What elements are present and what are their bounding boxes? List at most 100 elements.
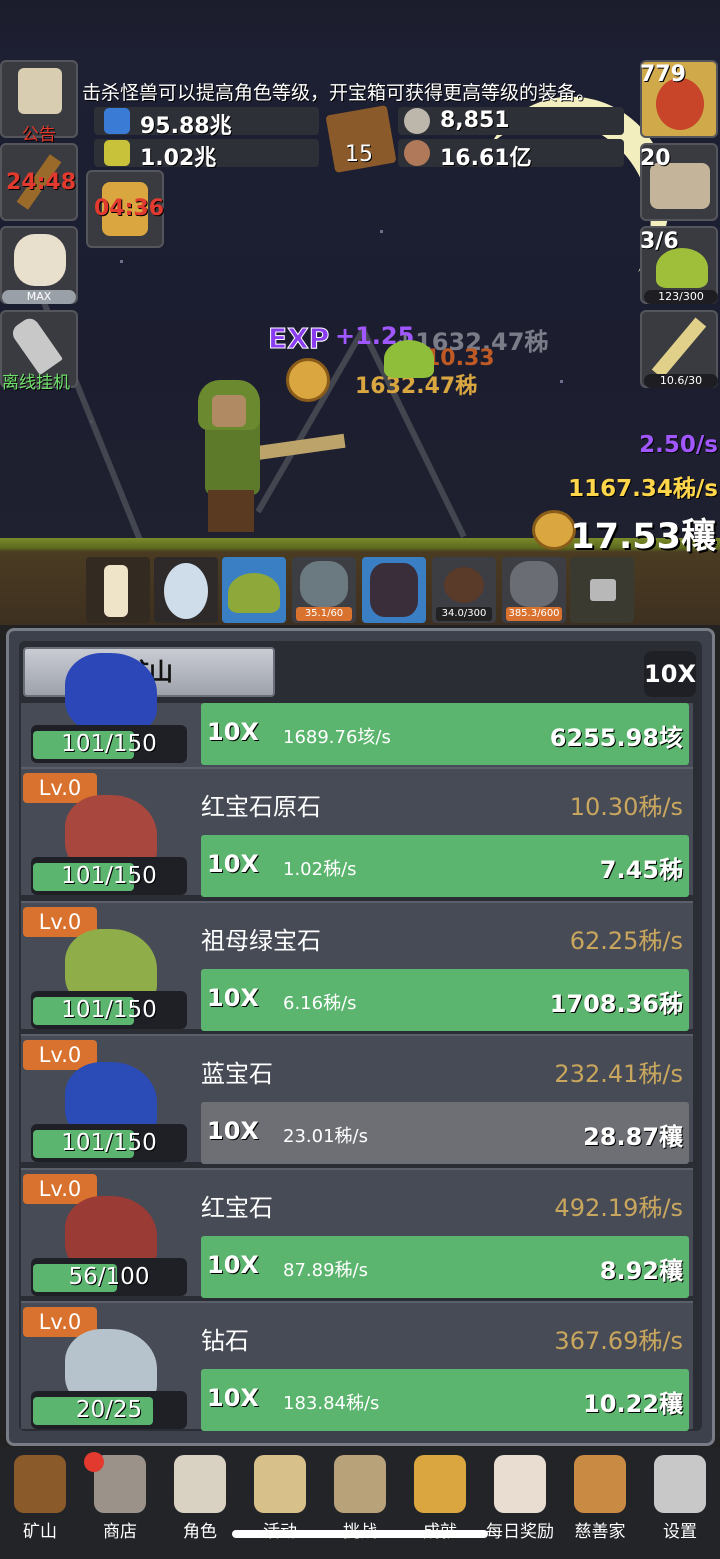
map-icon (334, 1455, 386, 1513)
sword-icon (651, 317, 707, 379)
nav-item-8[interactable]: 设置 (640, 1447, 720, 1559)
torch-timer: 24:48 (6, 170, 77, 195)
nav-item-2[interactable]: 角色 (160, 1447, 240, 1559)
gem-name: 钻石 (201, 1327, 249, 1355)
slot-golem[interactable]: 385.3/600 (502, 557, 566, 623)
slime-icon (656, 248, 708, 288)
upgrade-gain: 1689.76垓/s (283, 727, 391, 748)
nav-item-5[interactable]: 成就 (400, 1447, 480, 1559)
bread-icon (574, 1455, 626, 1513)
upgrade-cost: 1708.36秭 (549, 989, 683, 1018)
chest-count: 20 (640, 146, 671, 171)
nav-label: 设置 (663, 1522, 697, 1542)
offline-label: 离线挂机 (2, 373, 70, 393)
upgrade-cost: 28.87穰 (583, 1123, 683, 1151)
ghost-progress: 35.1/60 (296, 607, 352, 621)
multiplier-button[interactable]: 10X (644, 651, 696, 697)
mine-row: Lv.0 红宝石 492.19秭/s 56/100 10X 87.89秭/s 8.92穰 (21, 1167, 693, 1298)
nav-item-3[interactable]: 活动 (240, 1447, 320, 1559)
candle-icon (104, 565, 128, 617)
meat-icon (404, 140, 430, 166)
slot-slime[interactable] (222, 557, 286, 623)
upgrade-multiplier: 10X (207, 983, 259, 1012)
chest-timer: 04:36 (94, 196, 165, 221)
nav-item-0[interactable]: 矿山 (0, 1447, 80, 1559)
gem-progress-text: 56/100 (68, 1263, 150, 1290)
upgrade-gain: 1.02秭/s (283, 859, 357, 880)
mine-row: Lv.0 蓝宝石 232.41秭/s 101/150 10X 23.01秭/s 28.87穰 (21, 1034, 693, 1164)
gem-progress: 101/150 (31, 1124, 187, 1162)
gem-name: 红宝石原石 (201, 793, 321, 821)
book-count: 15 (345, 142, 373, 167)
slot-bat[interactable] (362, 557, 426, 623)
nav-label: 矿山 (23, 1522, 57, 1542)
gem-rate: 232.41秭/s (554, 1060, 683, 1088)
upgrade-gain: 23.01秭/s (283, 1126, 368, 1147)
exp-rate: 2.50/s (639, 432, 718, 458)
upgrade-multiplier: 10X (207, 718, 259, 746)
slot-spider[interactable]: 34.0/300 (432, 557, 496, 623)
gem-name: 蓝宝石 (201, 1060, 273, 1088)
upgrade-button[interactable]: 10X 183.84秭/s 10.22穰 (201, 1369, 689, 1431)
bonus-max-bar: MAX (2, 290, 76, 304)
mine-panel: 矿山 10X 101/15010X1689.76垓/s6255.98垓Lv.0红… (6, 628, 715, 1446)
nav-item-7[interactable]: 慈善家 (560, 1447, 640, 1559)
upgrade-button[interactable]: 10X 1689.76垓/s 6255.98垓 (201, 703, 689, 765)
nav-item-4[interactable]: 挑战 (320, 1447, 400, 1559)
spider-icon (444, 567, 484, 603)
bat-icon (370, 563, 418, 617)
letter-icon (494, 1455, 546, 1513)
upgrade-multiplier: 10X (207, 1117, 259, 1145)
gem-icon (65, 653, 157, 733)
nav-label: 每日奖励 (486, 1522, 554, 1542)
slot-candle[interactable] (86, 557, 150, 623)
blue-potion-icon (104, 108, 130, 134)
gem-progress: 101/150 (31, 857, 187, 895)
potion-count: 779 (640, 62, 686, 87)
gem-progress: 56/100 (31, 1257, 187, 1296)
upgrade-multiplier: 10X (207, 1384, 259, 1412)
nav-label: 商店 (103, 1522, 137, 1542)
slot-ghost[interactable]: 35.1/60 (292, 557, 356, 623)
gem-name: 祖母绿宝石 (201, 926, 321, 955)
gem-name: 红宝石 (201, 1193, 273, 1222)
gem-rate: 492.19秭/s (554, 1193, 683, 1222)
yellow-potion-amount: 1.02兆 (140, 146, 217, 171)
golem-icon (510, 561, 558, 607)
blue-potion-amount: 95.88兆 (140, 114, 232, 139)
slot-locked[interactable] (570, 557, 634, 623)
exp-tag: EXP (267, 322, 330, 356)
star (560, 380, 563, 383)
upgrade-button[interactable]: 10X 1.02秭/s 7.45秭 (201, 835, 689, 897)
star (120, 260, 123, 263)
total-coins: 17.53穰 (570, 517, 716, 557)
shop-notification-dot (84, 1452, 104, 1472)
upgrade-button[interactable]: 10X 87.89秭/s 8.92穰 (201, 1235, 689, 1298)
bread-bag-icon (14, 234, 66, 286)
nav-item-6[interactable]: 每日奖励 (480, 1447, 560, 1559)
upgrade-cost: 6255.98垓 (549, 724, 683, 752)
lock-icon (590, 579, 616, 601)
slime-progress: 123/300 (644, 290, 718, 304)
game-scene: EXP +1.25 +1632.47秭 10.33 1632.47秭 2.50/… (0, 0, 720, 625)
gem-progress: 20/25 (31, 1391, 187, 1429)
lantern-icon (14, 1455, 66, 1513)
slime-drop-icon (384, 340, 434, 378)
gem-progress-text: 101/150 (61, 996, 157, 1023)
coin-drop-icon (286, 358, 330, 402)
upgrade-button[interactable]: 10X 23.01秭/s 28.87穰 (201, 1102, 689, 1164)
upgrade-cost: 8.92穰 (599, 1256, 683, 1285)
gem-rate: 367.69秭/s (554, 1327, 683, 1355)
scroll-icon (18, 68, 62, 114)
golem-progress: 385.3/600 (506, 607, 562, 621)
tip-text: 击杀怪兽可以提高角色等级，开宝箱可获得更高等级的装备。 (82, 82, 596, 104)
hero-face (212, 395, 246, 427)
slot-egg[interactable] (154, 557, 218, 623)
mine-row: 101/150 10X 1689.76垓/s 6255.98垓 (21, 653, 693, 769)
slime-count: 3/6 (640, 229, 679, 254)
mine-row: Lv.0 钻石 367.69秭/s 20/25 10X 183.84秭/s 10.22穰 (21, 1301, 693, 1431)
key-icon (414, 1455, 466, 1513)
sword-progress: 10.6/30 (644, 374, 718, 388)
upgrade-button[interactable]: 10X 6.16秭/s 1708.36秭 (201, 968, 689, 1031)
yellow-potion-icon (104, 140, 130, 166)
